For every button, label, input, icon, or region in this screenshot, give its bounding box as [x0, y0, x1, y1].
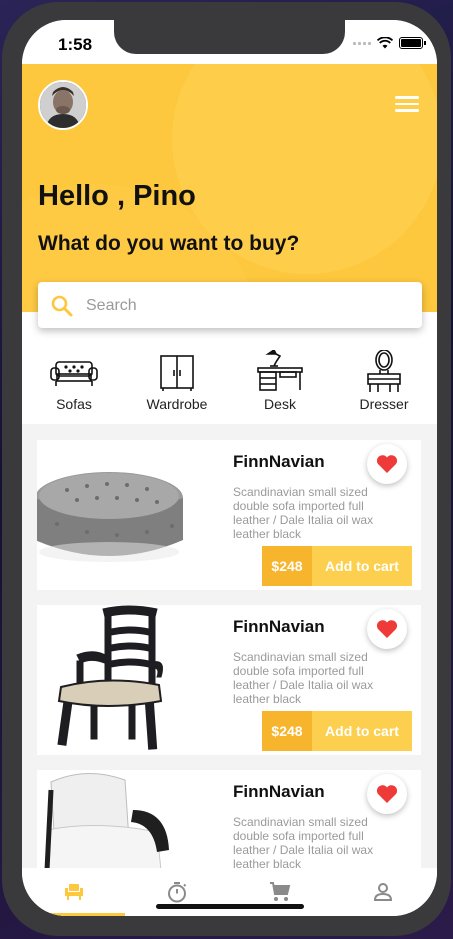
add-to-cart-button[interactable]: Add to cart [312, 711, 412, 751]
product-card[interactable]: FinnNavian Scandinavian small sized doub… [37, 605, 421, 755]
tab-furniture[interactable] [22, 868, 125, 916]
status-time: 1:58 [58, 35, 93, 54]
profile-icon [373, 883, 392, 901]
header-banner: Hello , Pino What do you want to buy? [22, 64, 437, 312]
category-bar: Sofas Wardrobe Desk Dresser [22, 350, 437, 425]
product-image-chair [57, 605, 163, 750]
product-description: Scandinavian small sized double sofa imp… [233, 650, 374, 706]
product-price: $248 [262, 711, 312, 751]
battery-icon [399, 37, 426, 49]
timer-icon [167, 882, 186, 903]
favorite-button[interactable] [367, 609, 407, 649]
product-description: Scandinavian small sized double sofa imp… [233, 815, 374, 868]
product-image-armchair [44, 772, 169, 868]
category-sofas[interactable]: Sofas [34, 350, 114, 422]
category-label: Sofas [56, 396, 92, 412]
product-card[interactable]: FinnNavian Scandinavian small sized doub… [37, 770, 421, 868]
product-image-ottoman [37, 472, 183, 562]
menu-icon[interactable] [395, 96, 419, 112]
avatar-photo [40, 82, 86, 128]
heart-icon [376, 620, 398, 638]
favorite-button[interactable] [367, 774, 407, 814]
device-notch [114, 20, 345, 54]
category-label: Wardrobe [146, 396, 208, 412]
search-bar[interactable] [38, 282, 422, 330]
cart-icon [269, 882, 290, 901]
furniture-icon [64, 884, 83, 900]
page-subtitle: What do you want to buy? [38, 232, 300, 255]
dresser-icon [367, 350, 401, 392]
product-list: FinnNavian Scandinavian small sized doub… [22, 424, 437, 868]
active-tab-indicator [22, 913, 125, 916]
heart-icon [376, 785, 398, 803]
search-icon [51, 295, 73, 317]
product-name: FinnNavian [233, 617, 325, 636]
status-icons [353, 37, 426, 49]
category-dresser[interactable]: Dresser [344, 350, 424, 422]
category-label: Desk [264, 396, 296, 412]
category-wardrobe[interactable]: Wardrobe [137, 350, 217, 422]
search-input[interactable] [84, 282, 408, 330]
avatar[interactable] [38, 80, 88, 130]
wifi-icon [377, 37, 393, 49]
signal-icon [353, 41, 371, 45]
product-card[interactable]: FinnNavian Scandinavian small sized doub… [37, 440, 421, 590]
phone-frame: 1:58 Hello , Pino What do you want to bu… [2, 2, 451, 936]
desk-icon [257, 350, 303, 391]
wardrobe-icon [160, 355, 194, 391]
heart-icon [376, 455, 398, 473]
product-name: FinnNavian [233, 782, 325, 801]
category-desk[interactable]: Desk [240, 350, 320, 422]
category-label: Dresser [359, 396, 409, 412]
product-name: FinnNavian [233, 452, 325, 471]
tab-profile[interactable] [331, 868, 434, 916]
add-to-cart-button[interactable]: Add to cart [312, 546, 412, 586]
app-screen: 1:58 Hello , Pino What do you want to bu… [22, 20, 437, 916]
product-description: Scandinavian small sized double sofa imp… [233, 485, 374, 541]
home-indicator [156, 904, 304, 909]
favorite-button[interactable] [367, 444, 407, 484]
sofa-icon [50, 361, 98, 386]
product-price: $248 [262, 546, 312, 586]
greeting: Hello , Pino [38, 180, 196, 212]
